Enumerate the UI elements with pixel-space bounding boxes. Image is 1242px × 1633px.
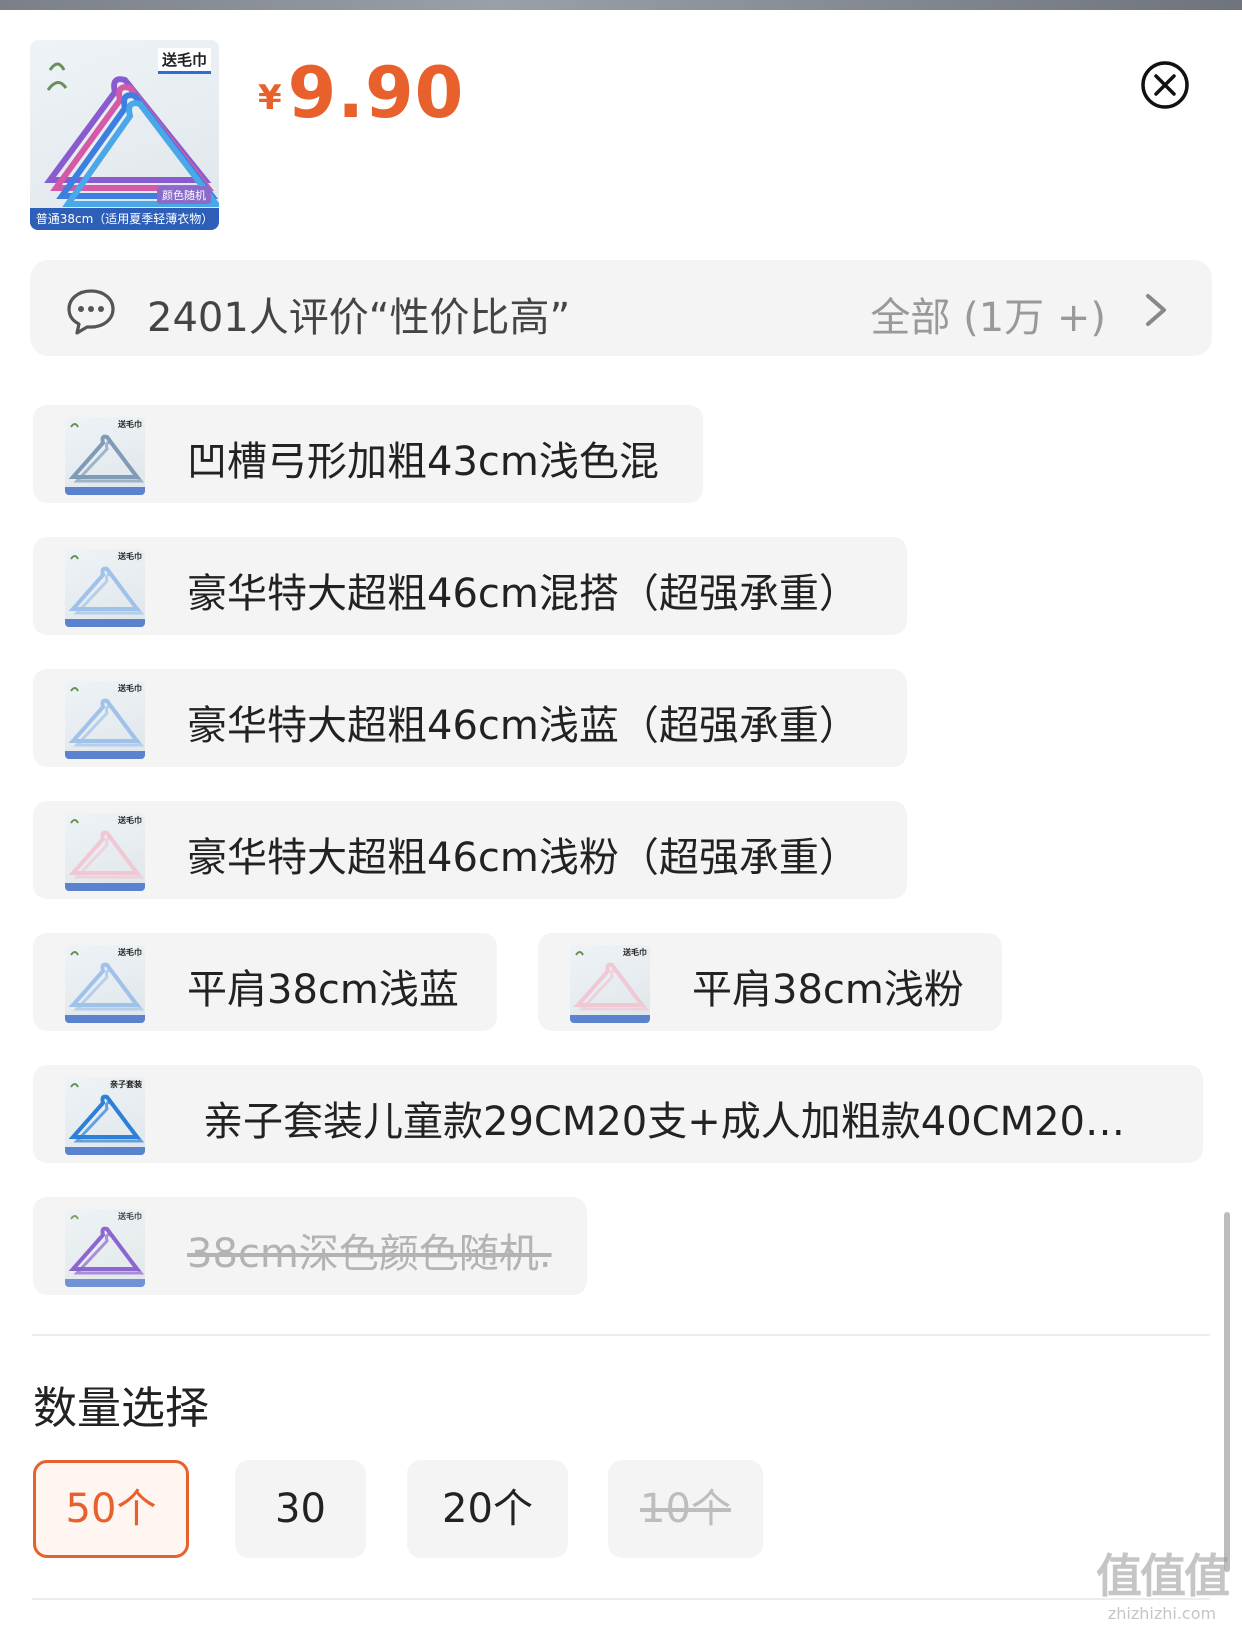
quantity-title: 数量选择 — [33, 1383, 209, 1434]
chat-bubble-icon — [67, 289, 115, 335]
variant-label: 凹槽弓形加粗43cm浅色混 — [187, 439, 659, 485]
variant-thumbnail: 亲子套装 — [65, 1077, 145, 1155]
variant-option[interactable]: 送毛巾平肩38cm浅蓝 — [33, 933, 497, 1031]
variant-thumb-tag: 送毛巾 — [118, 948, 142, 957]
all-reviews-link[interactable]: 全部 (1万 +) — [870, 285, 1106, 343]
variant-thumbnail: 送毛巾 — [65, 681, 145, 759]
variant-thumb-tag: 送毛巾 — [118, 684, 142, 693]
product-image-footer: 普通38cm（适用夏季轻薄衣物） — [30, 208, 219, 230]
variant-thumb-footer — [65, 751, 145, 759]
variant-thumb-tag: 送毛巾 — [118, 420, 142, 429]
product-image: 送毛巾 颜色随机 普通38cm（适用夏季轻薄衣物） — [30, 40, 219, 230]
quantity-option[interactable]: 30 — [235, 1460, 366, 1558]
variant-thumbnail: 送毛巾 — [65, 945, 145, 1023]
review-summary[interactable]: 2401人评价“性价比高” 全部 (1万 +) — [30, 260, 1212, 356]
review-highlight-text: 2401人评价“性价比高” — [147, 295, 571, 341]
variant-thumb-tag: 送毛巾 — [118, 816, 142, 825]
variant-thumbnail: 送毛巾 — [65, 813, 145, 891]
variant-option[interactable]: 送毛巾豪华特大超粗46cm浅粉（超强承重） — [33, 801, 907, 899]
variant-option[interactable]: 亲子套装亲子套装儿童款29CM20支+成人加粗款40CM20… — [33, 1065, 1203, 1163]
variant-thumb-footer — [65, 1015, 145, 1023]
close-icon — [1141, 61, 1189, 109]
price-value: 9.90 — [287, 52, 465, 134]
variant-thumbnail: 送毛巾 — [65, 417, 145, 495]
variant-option[interactable]: 送毛巾豪华特大超粗46cm浅蓝（超强承重） — [33, 669, 907, 767]
variant-label: 38cm深色颜色随机. — [187, 1231, 552, 1277]
variant-thumbnail: 送毛巾 — [65, 549, 145, 627]
variant-label: 平肩38cm浅蓝 — [187, 967, 459, 1013]
variant-thumb-footer — [65, 883, 145, 891]
variant-thumbnail: 送毛巾 — [570, 945, 650, 1023]
variant-thumb-footer — [65, 1147, 145, 1155]
quantity-option[interactable]: 50个 — [33, 1460, 189, 1558]
variant-thumb-tag: 送毛巾 — [118, 1212, 142, 1221]
watermark-url: zhizhizhi.com — [1107, 1604, 1217, 1623]
variant-thumb-footer — [570, 1015, 650, 1023]
color-random-badge: 颜色随机 — [157, 186, 211, 204]
close-button[interactable] — [1140, 60, 1190, 110]
price: ¥9.90 — [258, 52, 464, 134]
variant-option[interactable]: 送毛巾凹槽弓形加粗43cm浅色混 — [33, 405, 703, 503]
variant-option[interactable]: 送毛巾豪华特大超粗46cm混搭（超强承重） — [33, 537, 907, 635]
variant-label: 平肩38cm浅粉 — [692, 967, 964, 1013]
variant-thumb-tag: 送毛巾 — [118, 552, 142, 561]
quantity-option: 10个 — [608, 1460, 763, 1558]
variant-thumb-tag: 送毛巾 — [623, 948, 647, 957]
currency-symbol: ¥ — [258, 78, 282, 118]
chevron-right-icon — [1146, 294, 1166, 326]
variant-thumb-footer — [65, 619, 145, 627]
variant-thumb-footer — [65, 487, 145, 495]
quantity-option[interactable]: 20个 — [407, 1460, 568, 1558]
section-divider — [32, 1598, 1210, 1600]
variant-label: 豪华特大超粗46cm浅粉（超强承重） — [187, 835, 859, 881]
variant-label: 亲子套装儿童款29CM20支+成人加粗款40CM20… — [203, 1099, 1125, 1145]
variant-thumb-footer — [65, 1279, 145, 1287]
section-divider — [32, 1334, 1210, 1336]
variant-option[interactable]: 送毛巾平肩38cm浅粉 — [538, 933, 1002, 1031]
site-watermark: 值值值 zhizhizhi.com — [1088, 1548, 1236, 1628]
variant-thumbnail: 送毛巾 — [65, 1209, 145, 1287]
variant-thumb-tag: 亲子套装 — [110, 1080, 142, 1089]
variant-option: 送毛巾 38cm深色颜色随机. — [33, 1197, 587, 1295]
scrollbar[interactable] — [1224, 1212, 1230, 1572]
top-backdrop — [0, 0, 1242, 10]
gift-tag: 送毛巾 — [157, 48, 211, 74]
variant-label: 豪华特大超粗46cm浅蓝（超强承重） — [187, 703, 859, 749]
watermark-logo: 值值值 — [1096, 1549, 1230, 1603]
variant-label: 豪华特大超粗46cm混搭（超强承重） — [187, 571, 859, 617]
